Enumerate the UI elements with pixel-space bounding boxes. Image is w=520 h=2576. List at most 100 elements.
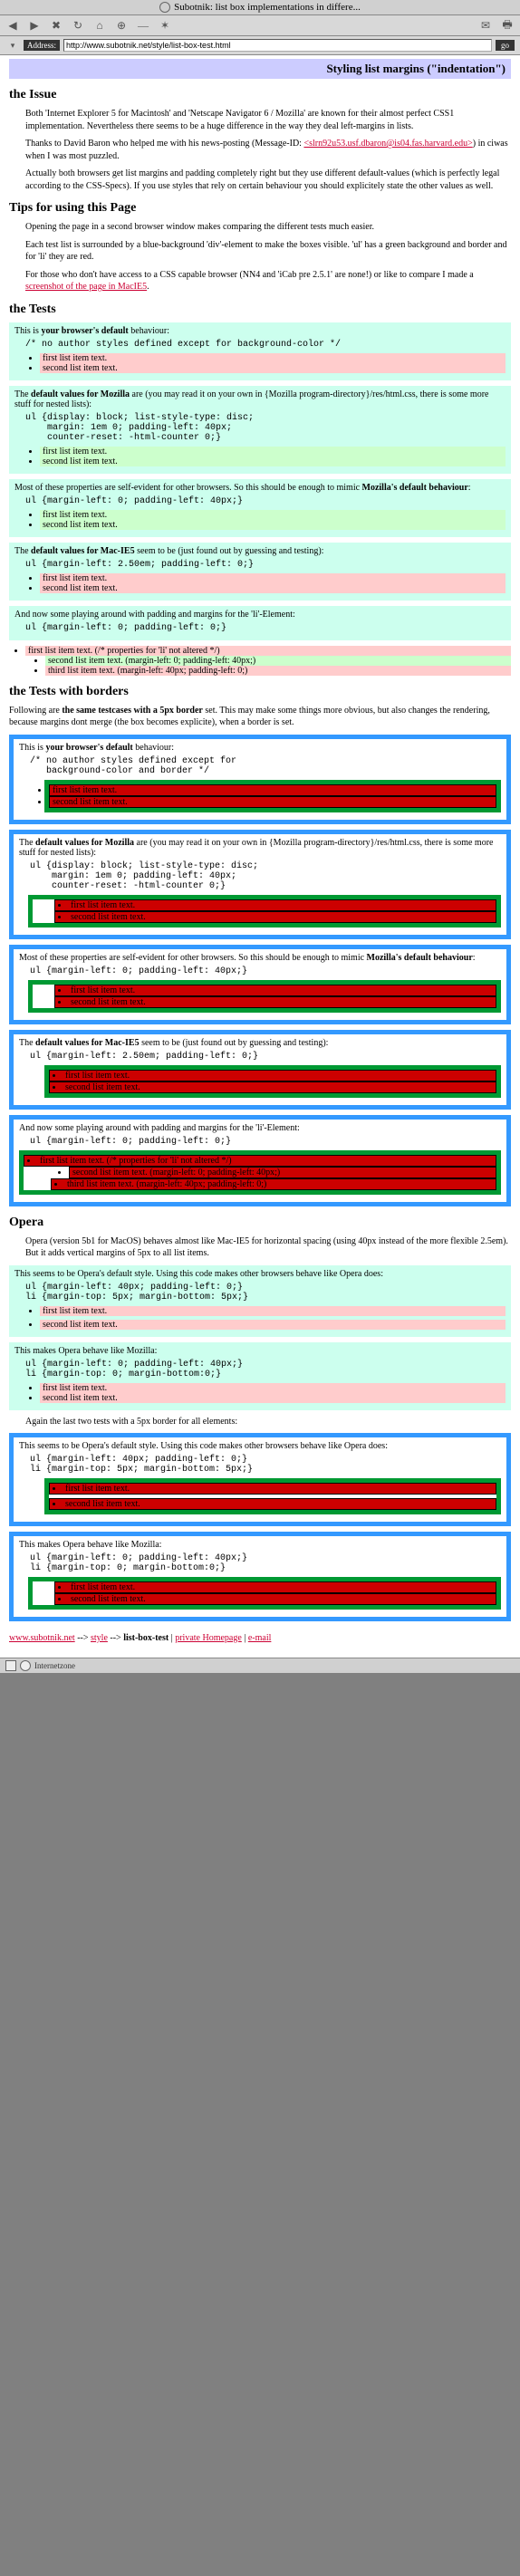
test-5-code: ul {margin-left: 0; padding-left: 0;} [25,623,506,633]
titlebar-icon [159,2,170,13]
go-button[interactable]: go [496,40,515,51]
list-item: second list item text. (margin-left: 0; … [45,656,511,666]
list-item: first list item text. [40,1306,506,1316]
back-button[interactable]: ◀ [5,18,20,33]
border-test-4-code: ul {margin-left: 2.50em; padding-left: 0… [30,1052,501,1062]
opera-border-test-2-list: first list item text. second list item t… [28,1577,501,1610]
borders-intro: Following are the same testcases with a … [9,705,511,729]
tips-para-3: For those who don't have access to a CSS… [9,269,511,293]
heading-tips: Tips for using this Page [9,201,511,216]
opera-test-2-list: first list item text. second list item t… [40,1383,506,1403]
list-item: second list item text. [40,363,506,373]
reload-button[interactable]: ↻ [71,18,85,33]
address-label: Address: [24,40,60,51]
status-icon [5,1660,16,1671]
heading-issue: the Issue [9,88,511,102]
border-test-3-code: ul {margin-left: 0; padding-left: 40px;} [30,966,501,976]
opera-test-2: This makes Opera behave like Mozilla: ul… [9,1342,511,1410]
options-icon[interactable]: ⊕ [114,18,129,33]
list-item: second list item text. [54,996,496,1008]
footer-home-link[interactable]: www.subotnik.net [9,1633,75,1643]
list-item: first list item text. [54,899,496,911]
forward-button[interactable]: ▶ [27,18,42,33]
page-title: Styling list margins ("indentation") [9,59,511,79]
test-2-code: ul {display: block; list-style-type: dis… [25,413,506,443]
footer-style-link[interactable]: style [91,1633,108,1643]
border-test-4-list: first list item text. second list item t… [44,1065,501,1098]
test-3-code: ul {margin-left: 0; padding-left: 40px;} [25,496,506,506]
list-item: third list item text. (margin-left: 40px… [51,1178,496,1190]
list-item: second list item text. [49,796,496,808]
list-item: first list item text. (/* properties for… [24,1155,496,1167]
star-icon[interactable]: ✶ [158,18,172,33]
list-item: second list item text. [40,1320,506,1330]
opera-border-test-1-code: ul {margin-left: 40px; padding-left: 0;}… [30,1455,501,1475]
list-item: first list item text. [49,784,496,796]
list-item: first list item text. [40,510,506,520]
footer-email-link[interactable]: e-mail [248,1633,272,1643]
opera-border-test-1-list: first list item text. second list item t… [44,1478,501,1514]
window-title: Subotnik: list box implementations in di… [174,2,361,13]
zoom-icon[interactable]: — [136,18,150,33]
issue-para-3: Actually both browsers get list margins … [9,168,511,192]
test-2-list: first list item text. second list item t… [40,447,506,466]
list-item: first list item text. [54,1581,496,1593]
baron-link[interactable]: <slrn92u53.usf.dbaron@is04.fas.harvard.e… [303,139,472,149]
list-item: second list item text. [49,1081,496,1093]
border-test-1-list: first list item text. second list item t… [44,780,501,812]
list-item: second list item text. [40,1393,506,1403]
issue-para-2: Thanks to David Baron who helped me with… [9,138,511,162]
footer-nav: www.subotnik.net --> style --> list-box-… [9,1632,511,1645]
test-4-list: first list item text. second list item t… [40,573,506,593]
opera-again: Again the last two tests with a 5px bord… [9,1416,511,1428]
list-item: second list item text. [40,520,506,530]
border-test-3-list: first list item text. second list item t… [28,980,501,1013]
list-item: first list item text. [40,447,506,457]
address-menu-icon[interactable]: ▾ [5,38,20,53]
border-test-5-list: first list item text. (/* properties for… [19,1150,501,1195]
print-icon[interactable]: 🖶 [500,18,515,33]
test-1-code: /* no author styles defined except for b… [25,340,506,350]
stop-button[interactable]: ✖ [49,18,63,33]
opera-border-test-1: This seems to be Opera's default style. … [9,1433,511,1526]
status-bar: Internetzone [0,1658,520,1673]
heading-tests: the Tests [9,303,511,317]
list-item: second list item text. [40,583,506,593]
test-4-code: ul {margin-left: 2.50em; padding-left: 0… [25,560,506,570]
mail-icon[interactable]: ✉ [478,18,493,33]
border-test-1: This is your browser's default behaviour… [9,735,511,824]
opera-test-1-code: ul {margin-left: 40px; padding-left: 0;}… [25,1283,506,1302]
address-bar: ▾ Address: go [0,36,520,55]
toolbar: ◀ ▶ ✖ ↻ ⌂ ⊕ — ✶ ✉ 🖶 [0,15,520,36]
test-5: And now some playing around with padding… [9,606,511,640]
list-item: third list item text. (margin-left: 40px… [45,666,511,676]
border-test-2-list: first list item text. second list item t… [28,895,501,928]
tips-para-2: Each test list is surrounded by a blue-b… [9,239,511,264]
test-2: The default values for Mozilla are (you … [9,386,511,474]
list-item: first list item text. [49,1483,496,1495]
list-item: first list item text. [54,985,496,996]
test-4: The default values for Mac-IE5 seem to b… [9,543,511,601]
test-3: Most of these properties are self-eviden… [9,479,511,537]
list-item: second list item text. (margin-left: 0; … [69,1167,496,1178]
list-item: second list item text. [49,1498,496,1510]
list-item: first list item text. [40,353,506,363]
heading-borders: the Tests with borders [9,685,511,699]
window-titlebar: Subotnik: list box implementations in di… [0,0,520,15]
tips-para-1: Opening the page in a second browser win… [9,221,511,234]
heading-opera: Opera [9,1216,511,1230]
issue-para-1: Both 'Internet Explorer 5 for Macintosh'… [9,108,511,132]
list-item: first list item text. [40,573,506,583]
home-button[interactable]: ⌂ [92,18,107,33]
globe-icon [20,1660,31,1671]
screenshot-link[interactable]: screenshot of the page in MacIE5 [25,282,147,292]
test-1-list: first list item text. second list item t… [40,353,506,373]
opera-border-test-2-code: ul {margin-left: 0; padding-left: 40px;}… [30,1553,501,1573]
list-item: second list item text. [54,911,496,923]
list-item: first list item text. [40,1383,506,1393]
footer-private-link[interactable]: private Homepage [175,1633,242,1643]
opera-test-1: This seems to be Opera's default style. … [9,1265,511,1337]
url-input[interactable] [63,39,492,52]
border-test-2: The default values for Mozilla are (you … [9,830,511,939]
border-test-1-code: /* no author styles defined except for b… [30,756,501,776]
